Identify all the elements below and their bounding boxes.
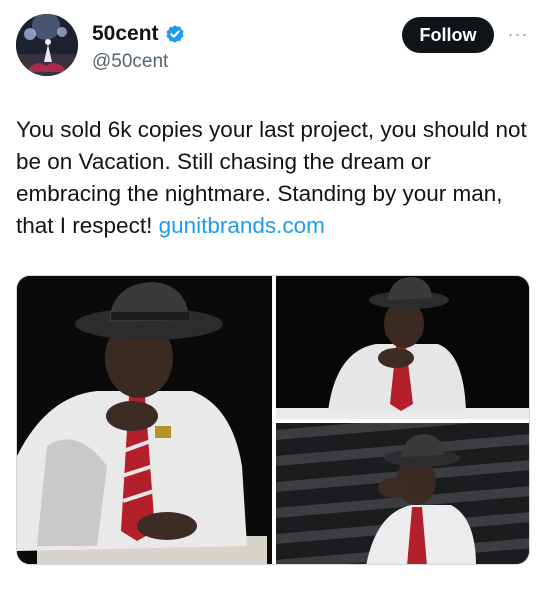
tweet-header: 50cent @50cent Follow ··· bbox=[0, 0, 547, 90]
tweet-link[interactable]: gunitbrands.com bbox=[159, 213, 325, 238]
media-grid bbox=[16, 275, 530, 565]
tweet-text: You sold 6k copies your last project, yo… bbox=[16, 114, 536, 242]
photo-man-in-fedora-at-table[interactable] bbox=[276, 276, 529, 419]
more-options-icon[interactable]: ··· bbox=[506, 22, 530, 46]
handle[interactable]: @50cent bbox=[92, 51, 168, 73]
concert-avatar-photo bbox=[16, 14, 78, 76]
photo-man-in-fedora-striped-shadow[interactable] bbox=[276, 423, 529, 564]
avatar[interactable] bbox=[16, 14, 78, 76]
name-row: 50cent bbox=[92, 22, 185, 46]
photo-man-in-fedora-seated[interactable] bbox=[17, 276, 272, 564]
verified-badge-icon bbox=[165, 24, 185, 44]
follow-button[interactable]: Follow bbox=[402, 17, 494, 53]
display-name[interactable]: 50cent bbox=[92, 22, 159, 46]
